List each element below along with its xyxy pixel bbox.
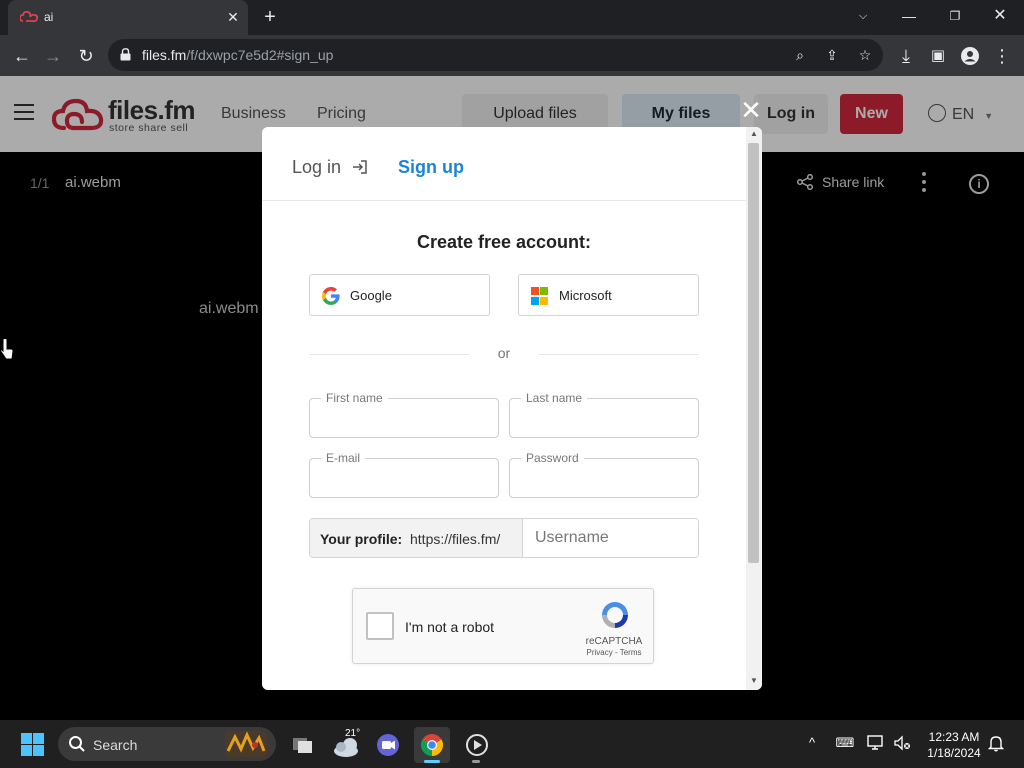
- email-input[interactable]: [311, 460, 497, 496]
- task-view-icon[interactable]: [284, 727, 320, 763]
- tab-login[interactable]: Log in: [292, 157, 368, 178]
- url-text[interactable]: files.fm/f/dxwpc7e5d2#sign_up: [142, 47, 333, 63]
- recaptcha-links[interactable]: Privacy - Terms: [579, 648, 649, 657]
- recaptcha-logo-icon: [602, 602, 628, 628]
- media-player-indicator: [472, 760, 480, 763]
- google-label: Google: [350, 288, 392, 303]
- files-fm-favicon-icon: [20, 11, 38, 23]
- microsoft-logo-icon: [531, 287, 549, 305]
- notification-bell-icon[interactable]: [986, 733, 1006, 753]
- share-icon[interactable]: ⇪: [822, 45, 842, 65]
- search-icon: [69, 736, 85, 752]
- first-name-input[interactable]: [311, 400, 497, 436]
- last-name-field[interactable]: Last name: [509, 391, 699, 438]
- modal-tabs: Log in Sign up: [262, 127, 746, 201]
- microsoft-signup-button[interactable]: Microsoft: [518, 274, 699, 316]
- profile-url-group: Your profile: https://files.fm/: [309, 518, 699, 558]
- network-icon[interactable]: [866, 733, 886, 753]
- chrome-taskbar-icon[interactable]: [414, 727, 450, 763]
- keyboard-icon[interactable]: ⌨: [835, 733, 855, 753]
- tab-signup[interactable]: Sign up: [398, 157, 464, 178]
- login-arrow-icon: [353, 160, 367, 174]
- profile-icon[interactable]: [957, 43, 983, 69]
- modal-close-icon[interactable]: ✕: [740, 97, 762, 123]
- tab-search-chevron-icon[interactable]: ⌵: [849, 4, 877, 28]
- tab-close-icon[interactable]: ✕: [224, 8, 242, 26]
- profile-prefix: Your profile: https://files.fm/: [310, 519, 523, 557]
- scrollbar-thumb[interactable]: [748, 143, 759, 563]
- media-player-icon[interactable]: [459, 727, 495, 763]
- modal-title: Create free account:: [416, 232, 592, 252]
- hand-cursor-icon: [0, 338, 14, 360]
- new-tab-icon[interactable]: +: [258, 6, 282, 30]
- username-input[interactable]: [524, 519, 698, 557]
- or-separator: or: [497, 345, 511, 361]
- google-logo-icon: [322, 287, 340, 305]
- email-field[interactable]: E-mail: [309, 451, 499, 498]
- divider-right: [539, 354, 699, 355]
- side-panel-icon[interactable]: ▣: [925, 43, 951, 69]
- restore-icon[interactable]: ❐: [941, 4, 969, 28]
- minimize-icon[interactable]: —: [895, 4, 923, 28]
- search-highlight-art-icon: [225, 731, 267, 757]
- last-name-input[interactable]: [511, 400, 697, 436]
- back-icon[interactable]: ←: [9, 43, 35, 69]
- signup-modal: Log in Sign up ▲ ▼ Create free account: …: [262, 127, 762, 690]
- profile-label: Your profile:: [320, 531, 403, 547]
- chrome-active-indicator: [424, 760, 440, 763]
- window-close-icon[interactable]: ✕: [986, 4, 1014, 28]
- google-signup-button[interactable]: Google: [309, 274, 490, 316]
- weather-temperature: 21°: [345, 728, 361, 739]
- taskbar: Search 21° ^ ⌨ 12:23 AM 1/18/2024: [0, 720, 1024, 768]
- password-field[interactable]: Password: [509, 451, 699, 498]
- browser-tab-strip: ai ✕ + ⌵ — ❐ ✕: [0, 0, 1024, 35]
- first-name-field[interactable]: First name: [309, 391, 499, 438]
- taskbar-search[interactable]: Search: [58, 727, 276, 761]
- clock-time: 12:23 AM: [928, 730, 980, 744]
- page: files.fm store share sell Business Prici…: [0, 76, 1024, 720]
- teams-meet-icon[interactable]: [370, 727, 406, 763]
- profile-base-url: https://files.fm/: [410, 531, 501, 547]
- scroll-up-icon[interactable]: ▲: [748, 129, 760, 139]
- volume-muted-icon[interactable]: [892, 733, 912, 753]
- taskbar-clock[interactable]: 12:23 AM 1/18/2024: [916, 729, 992, 761]
- tray-overflow-chevron-icon[interactable]: ^: [802, 733, 822, 753]
- forward-icon[interactable]: →: [40, 43, 66, 69]
- reload-icon[interactable]: ↻: [73, 43, 99, 69]
- recaptcha-label: I'm not a robot: [405, 619, 495, 635]
- address-bar[interactable]: files.fm/f/dxwpc7e5d2#sign_up ⌕ ⇪ ☆: [108, 39, 883, 71]
- password-input[interactable]: [511, 460, 697, 496]
- chrome-menu-icon[interactable]: ⋮: [989, 43, 1015, 69]
- lock-icon[interactable]: [120, 48, 131, 61]
- microsoft-label: Microsoft: [559, 288, 612, 303]
- search-label: Search: [93, 737, 138, 753]
- recaptcha-widget: I'm not a robot reCAPTCHA Privacy - Term…: [352, 588, 654, 664]
- windows-start-icon[interactable]: [21, 733, 44, 756]
- browser-tab[interactable]: ai ✕: [8, 0, 248, 35]
- scroll-down-icon[interactable]: ▼: [748, 676, 760, 686]
- download-icon[interactable]: ⤓: [893, 43, 919, 69]
- tab-login-label: Log in: [292, 157, 342, 177]
- zoom-search-icon[interactable]: ⌕: [790, 45, 810, 65]
- browser-toolbar: ← → ↻ files.fm/f/dxwpc7e5d2#sign_up ⌕ ⇪ …: [0, 35, 1024, 76]
- clock-date: 1/18/2024: [927, 746, 981, 760]
- recaptcha-brand: reCAPTCHA: [585, 636, 643, 647]
- recaptcha-checkbox[interactable]: [366, 612, 394, 640]
- tab-title: ai: [44, 10, 54, 24]
- bookmark-star-icon[interactable]: ☆: [855, 45, 875, 65]
